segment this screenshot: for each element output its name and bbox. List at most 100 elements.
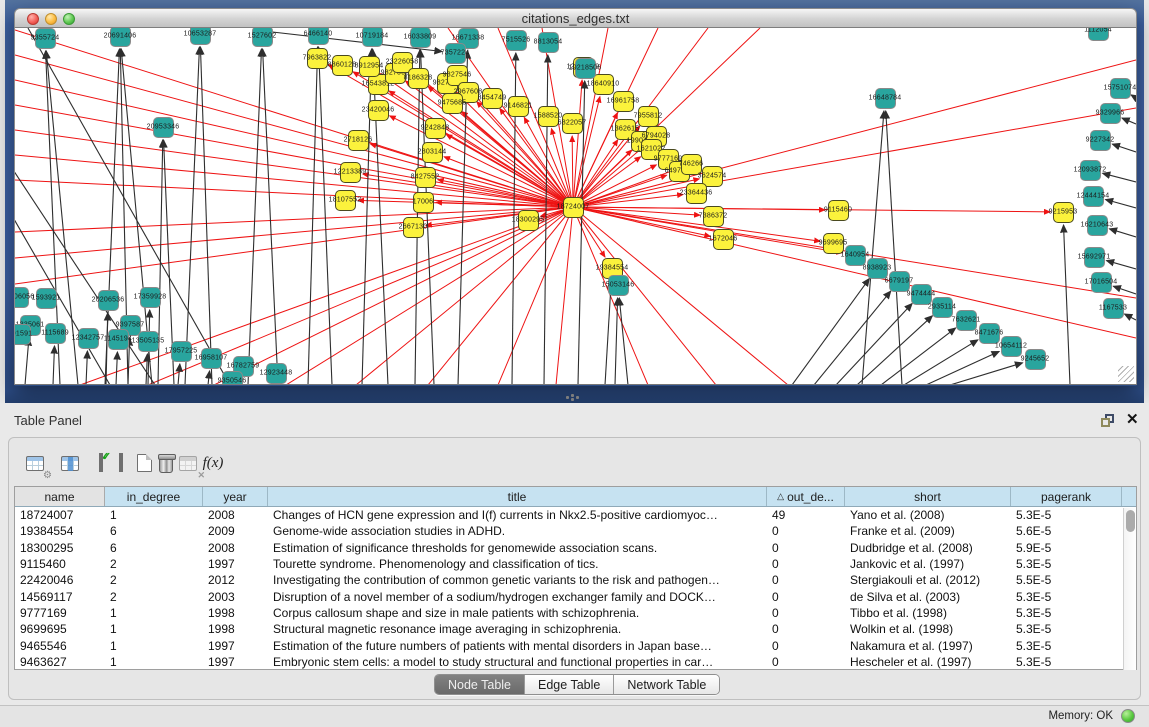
graph-node[interactable]: 8860128 [332,55,353,76]
table-row[interactable]: 969969511998Structural magnetic resonanc… [15,621,1136,637]
table-row[interactable]: 977716911998Corpus callosum shape and si… [15,605,1136,621]
graph-node[interactable]: 15053146 [608,275,629,296]
tab-edge-table[interactable]: Edge Table [525,675,614,694]
graph-node[interactable]: 15751074 [1110,78,1131,99]
table-scrollbar[interactable] [1123,508,1136,670]
graph-node[interactable]: 1167533 [1103,298,1124,319]
graph-node[interactable]: 17006 [413,192,434,213]
graph-node[interactable]: 9227342 [1090,130,1111,151]
column-header[interactable]: short [845,487,1011,506]
graph-node[interactable]: 9146821 [508,96,529,117]
network-window-titlebar[interactable]: citations_edges.txt [14,8,1137,28]
table-row[interactable]: 911546021997Tourette syndrome. Phenomeno… [15,556,1136,572]
graph-node[interactable]: 7963822 [307,48,328,69]
graph-node[interactable]: 2935114 [932,297,953,318]
graph-node[interactable]: 13505135 [138,331,159,352]
graph-node[interactable]: 18640910 [593,74,614,95]
graph-node[interactable]: 1115689 [45,323,66,344]
graph-node[interactable]: 1588520 [538,106,559,127]
graph-node[interactable]: 391591 [14,324,31,345]
column-header[interactable]: pagerank [1011,487,1122,506]
graph-node[interactable]: 10654112 [1001,336,1022,357]
table-row[interactable]: 1872400712008Changes of HCN gene express… [15,507,1136,523]
graph-node[interactable]: 16210643 [1087,215,1108,236]
window-resize-handle[interactable] [1118,366,1134,382]
graph-node[interactable]: 9350546 [222,371,243,386]
graph-node[interactable]: 17016504 [1091,272,1112,293]
graph-node[interactable]: 9474444 [911,284,932,305]
graph-node[interactable]: 17359928 [140,287,161,308]
graph-node[interactable]: 1145194 [108,329,129,350]
graph-node[interactable]: 1527602 [252,28,273,47]
table-row[interactable]: 946362711997Embryonic stem cells: a mode… [15,654,1136,670]
graph-node[interactable]: 9355724 [35,28,56,49]
graph-node[interactable]: 2667130 [403,217,424,238]
graph-node[interactable]: 9329966 [1100,103,1121,124]
network-canvas[interactable]: 1872400718300295266713017006842755218107… [14,28,1137,385]
column-header[interactable]: △out_de... [767,487,845,506]
graph-node[interactable]: 6822057 [562,113,583,134]
graph-node[interactable]: 8454749 [482,88,503,109]
graph-node[interactable]: 19218506 [575,58,596,79]
import-table-button[interactable]: ✕ [175,450,201,476]
zoom-window-button[interactable] [63,13,75,25]
table-row[interactable]: 1456911722003Disruption of a novel membe… [15,588,1136,604]
graph-node[interactable]: 1112054 [1088,28,1109,41]
graph-node[interactable]: 7632621 [956,310,977,331]
minimize-window-button[interactable] [45,13,57,25]
close-panel-icon[interactable]: ✕ [1126,410,1139,428]
column-header[interactable]: year [203,487,268,506]
graph-node[interactable]: 7515526 [506,30,527,51]
graph-node[interactable]: 16958107 [201,348,222,369]
graph-node[interactable]: 23420046 [368,100,389,121]
graph-node[interactable]: 16648784 [875,88,896,109]
graph-node[interactable]: 2803144 [422,142,443,163]
graph-node[interactable]: 1593921 [36,288,57,309]
graph-node[interactable]: 12444154 [1083,186,1104,207]
graph-node[interactable]: 8938923 [867,258,888,279]
graph-node[interactable]: 18724007 [563,197,584,218]
close-window-button[interactable] [27,13,39,25]
graph-node[interactable]: 10653287 [190,28,211,45]
graph-node[interactable]: 18107552 [335,190,356,211]
graph-node[interactable]: 1640954 [845,245,866,266]
function-builder-button[interactable]: f(x) [200,450,226,476]
graph-node[interactable]: 9245652 [1025,349,1046,370]
graph-node[interactable]: 12342757 [78,328,99,349]
graph-node[interactable]: 9215953 [1053,202,1074,223]
column-header[interactable]: name [15,487,105,506]
graph-node[interactable]: 7357224 [445,43,466,64]
graph-node[interactable]: 20691406 [110,28,131,47]
table-row[interactable]: 2242004622012Investigating the contribut… [15,572,1136,588]
graph-node[interactable]: 25206056 [14,287,29,308]
graph-node[interactable]: 8427552 [415,167,436,188]
table-settings-button[interactable]: ⚙ [22,450,48,476]
table-row[interactable]: 1938455462009Genome-wide association stu… [15,523,1136,539]
graph-node[interactable]: 12923448 [266,363,287,384]
graph-node[interactable]: 9242848 [425,118,446,139]
column-header[interactable]: title [268,487,767,506]
graph-node[interactable]: 6679197 [889,271,910,292]
column-header[interactable]: in_degree [105,487,203,506]
graph-node[interactable]: 1672046 [713,229,734,250]
network-view-window[interactable]: citations_edges.txt 18724007183002952667… [14,8,1137,386]
table-row[interactable]: 1830029562008Estimation of significance … [15,540,1136,556]
graph-node[interactable]: 8912954 [359,56,380,77]
graph-node[interactable]: 2718126 [348,130,369,151]
graph-node[interactable]: 16033809 [410,28,431,48]
graph-node[interactable]: 23364436 [686,183,707,204]
graph-node[interactable]: 12093872 [1080,160,1101,181]
graph-node[interactable]: 8813054 [538,32,559,53]
graph-node[interactable]: 17957225 [171,341,192,362]
graph-node[interactable]: 10719184 [362,28,383,47]
graph-node[interactable]: 7955812 [638,106,659,127]
graph-node[interactable]: 16961758 [613,91,634,112]
tab-node-table[interactable]: Node Table [435,675,525,694]
scrollbar-thumb[interactable] [1126,510,1135,532]
graph-node[interactable]: 746266 [681,154,702,175]
graph-node[interactable]: 8471676 [979,323,1000,344]
graph-node[interactable]: 8186328 [408,68,429,89]
graph-node[interactable]: 12213389 [340,162,361,183]
tab-network-table[interactable]: Network Table [614,675,719,694]
graph-node[interactable]: 15692971 [1084,247,1105,268]
